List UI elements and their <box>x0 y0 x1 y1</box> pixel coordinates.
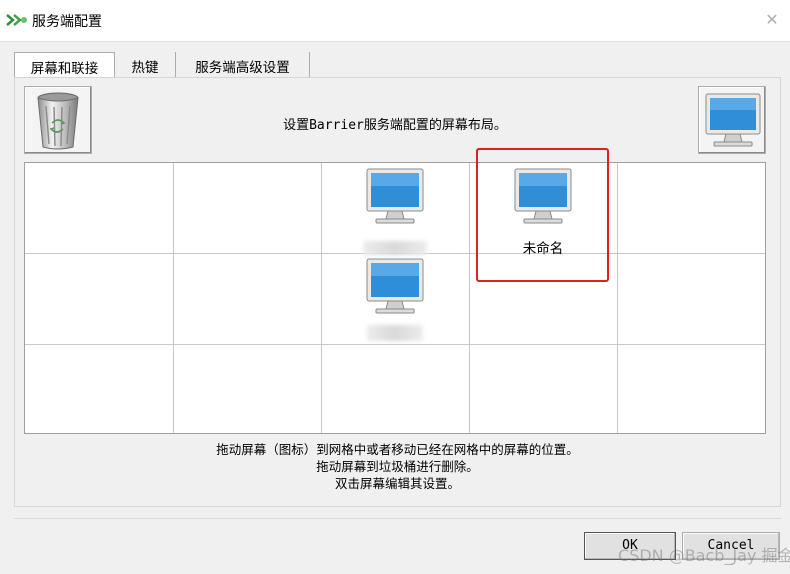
help-line-2: 拖动屏幕到垃圾桶进行删除。 <box>316 459 479 474</box>
help-line-1: 拖动屏幕（图标）到网格中或者移动已经在网格中的屏幕的位置。 <box>216 442 579 457</box>
window-title: 服务端配置 <box>32 14 102 30</box>
screen-layout-grid[interactable]: 未命名 <box>24 162 766 434</box>
screen-obscured-bottom[interactable] <box>363 257 427 341</box>
grid-line <box>321 163 322 433</box>
new-screen-drag-source[interactable] <box>698 86 766 154</box>
grid-line <box>617 163 618 433</box>
tab-screens-and-links[interactable]: 屏幕和联接 <box>14 52 115 79</box>
monitor-icon <box>366 168 424 224</box>
grid-line <box>25 344 765 345</box>
help-line-3: 双击屏幕编辑其设置。 <box>334 476 460 491</box>
trash-bin-icon <box>37 92 79 150</box>
tab-hotkeys[interactable]: 热键 <box>115 52 176 78</box>
barrier-app-icon <box>6 14 27 26</box>
monitor-icon <box>366 258 424 314</box>
close-button[interactable]: ✕ <box>762 10 782 30</box>
title-bar: 服务端配置 ✕ <box>0 0 790 42</box>
close-icon: ✕ <box>765 10 779 29</box>
grid-line <box>173 163 174 433</box>
layout-instruction: 设置Barrier服务端配置的屏幕布局。 <box>283 118 507 133</box>
obscured-screen-name <box>367 325 423 341</box>
monitor-icon <box>705 93 761 147</box>
tab-advanced-settings[interactable]: 服务端高级设置 <box>176 52 310 78</box>
grid-line <box>469 163 470 433</box>
screen-obscured-top[interactable] <box>363 167 427 255</box>
highlight-annotation <box>476 148 609 282</box>
watermark: CSDN @Bacb_Jay 掘金技术社区 <box>618 546 790 565</box>
trash-drop-target[interactable] <box>24 86 92 154</box>
divider <box>14 518 781 519</box>
obscured-screen-name <box>363 241 427 255</box>
grid-help-text: 拖动屏幕（图标）到网格中或者移动已经在网格中的屏幕的位置。 拖动屏幕到垃圾桶进行… <box>14 441 781 492</box>
